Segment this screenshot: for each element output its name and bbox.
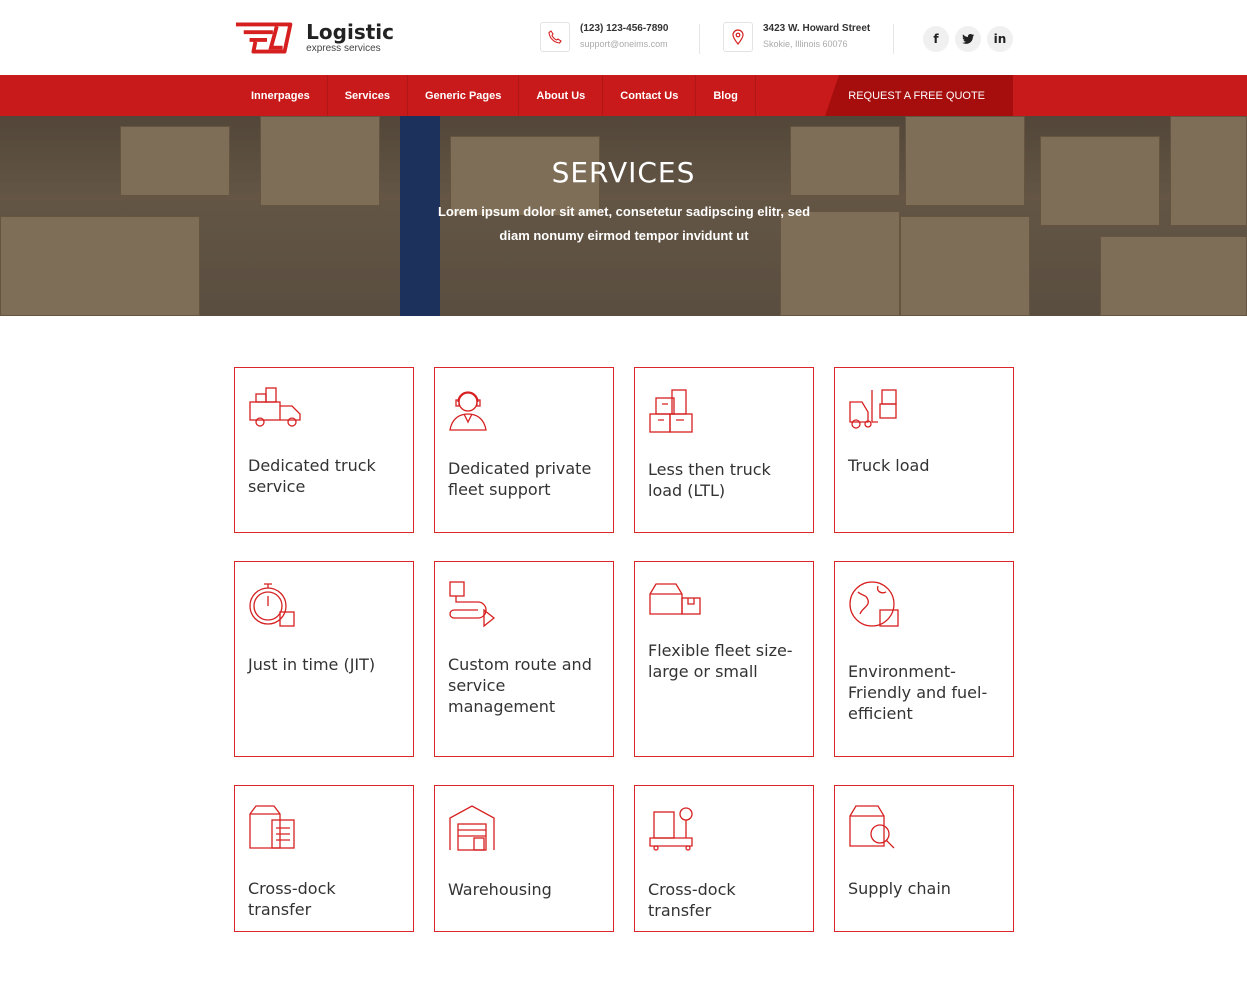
scale-box-icon: [649, 807, 693, 851]
service-card[interactable]: Just in time (JIT): [234, 561, 414, 757]
logo[interactable]: Logistic express services: [234, 18, 394, 58]
request-quote-button[interactable]: REQUEST A FREE QUOTE: [825, 75, 1013, 116]
address-line1: 3423 W. Howard Street: [763, 23, 871, 34]
social-links: f in: [923, 26, 1013, 52]
nav-item-blog[interactable]: Blog: [696, 75, 756, 116]
service-card[interactable]: Truck load: [834, 367, 1014, 533]
phone-contact[interactable]: (123) 123-456-7890 support@oneims.com: [540, 22, 668, 52]
support-agent-icon: [449, 391, 487, 431]
box-search-icon: [849, 805, 895, 849]
nav-item-services[interactable]: Services: [328, 75, 408, 116]
top-header: Logistic express services (123) 123-456-…: [0, 0, 1247, 75]
box-clipboard-icon: [249, 805, 295, 849]
service-label: Just in time (JIT): [248, 655, 376, 674]
service-card[interactable]: Flexible fleet size- large or small: [634, 561, 814, 757]
service-label: Supply chain: [848, 879, 951, 898]
hero-banner: SERVICES Lorem ipsum dolor sit amet, con…: [0, 116, 1247, 316]
service-label: Flexible fleet size- large or small: [648, 641, 793, 681]
twitter-icon[interactable]: [955, 26, 981, 52]
nav-item-innerpages[interactable]: Innerpages: [234, 75, 328, 116]
stopwatch-box-icon: [249, 583, 295, 627]
logo-title: Logistic: [306, 20, 394, 44]
address-contact[interactable]: 3423 W. Howard Street Skokie, Illinois 6…: [723, 22, 870, 52]
service-label: Truck load: [848, 456, 930, 475]
divider: [893, 24, 894, 54]
boxes-icon: [649, 583, 701, 615]
warehouse-icon: [449, 805, 495, 851]
phone-icon: [540, 22, 570, 52]
service-card[interactable]: Less then truck load (LTL): [634, 367, 814, 533]
route-icon: [449, 581, 496, 628]
phone-number: (123) 123-456-7890: [580, 23, 669, 34]
location-pin-icon: [723, 22, 753, 52]
service-label: Dedicated truck service: [248, 456, 376, 496]
service-label: Cross-dock transfer: [648, 880, 736, 920]
nav-item-about-us[interactable]: About Us: [519, 75, 604, 116]
facebook-icon[interactable]: f: [923, 26, 949, 52]
logo-icon: [235, 22, 293, 54]
logo-subtitle: express services: [306, 43, 381, 54]
linkedin-icon[interactable]: in: [987, 26, 1013, 52]
service-card[interactable]: Cross-dock transfer: [234, 785, 414, 932]
page-subtitle: Lorem ipsum dolor sit amet, consetetur s…: [437, 204, 811, 243]
main-navbar: Innerpages Services Generic Pages About …: [0, 75, 1247, 116]
divider: [699, 24, 700, 54]
nav-menu: Innerpages Services Generic Pages About …: [234, 75, 756, 116]
service-card[interactable]: Custom route and service management: [434, 561, 614, 757]
service-card[interactable]: Dedicated private fleet support: [434, 367, 614, 533]
service-label: Dedicated private fleet support: [448, 459, 592, 499]
service-card[interactable]: Cross-dock transfer: [634, 785, 814, 932]
support-email: support@oneims.com: [580, 39, 668, 49]
service-label: Custom route and service management: [448, 655, 592, 716]
nav-item-contact-us[interactable]: Contact Us: [603, 75, 697, 116]
globe-box-icon: [849, 581, 899, 627]
service-label: Warehousing: [448, 880, 552, 899]
forklift-icon: [849, 389, 897, 429]
address-line2: Skokie, Illinois 60076: [763, 39, 848, 49]
nav-item-generic-pages[interactable]: Generic Pages: [408, 75, 520, 116]
service-label: Less then truck load (LTL): [648, 460, 771, 500]
service-card[interactable]: Dedicated truck service: [234, 367, 414, 533]
stacked-boxes-icon: [649, 389, 693, 433]
service-label: Environment-Friendly and fuel-efficient: [848, 662, 988, 723]
service-card[interactable]: Supply chain: [834, 785, 1014, 932]
service-card[interactable]: Environment-Friendly and fuel-efficient: [834, 561, 1014, 757]
truck-boxes-icon: [249, 387, 301, 427]
service-label: Cross-dock transfer: [248, 879, 336, 919]
service-card[interactable]: Warehousing: [434, 785, 614, 932]
page-title: SERVICES: [551, 156, 696, 189]
